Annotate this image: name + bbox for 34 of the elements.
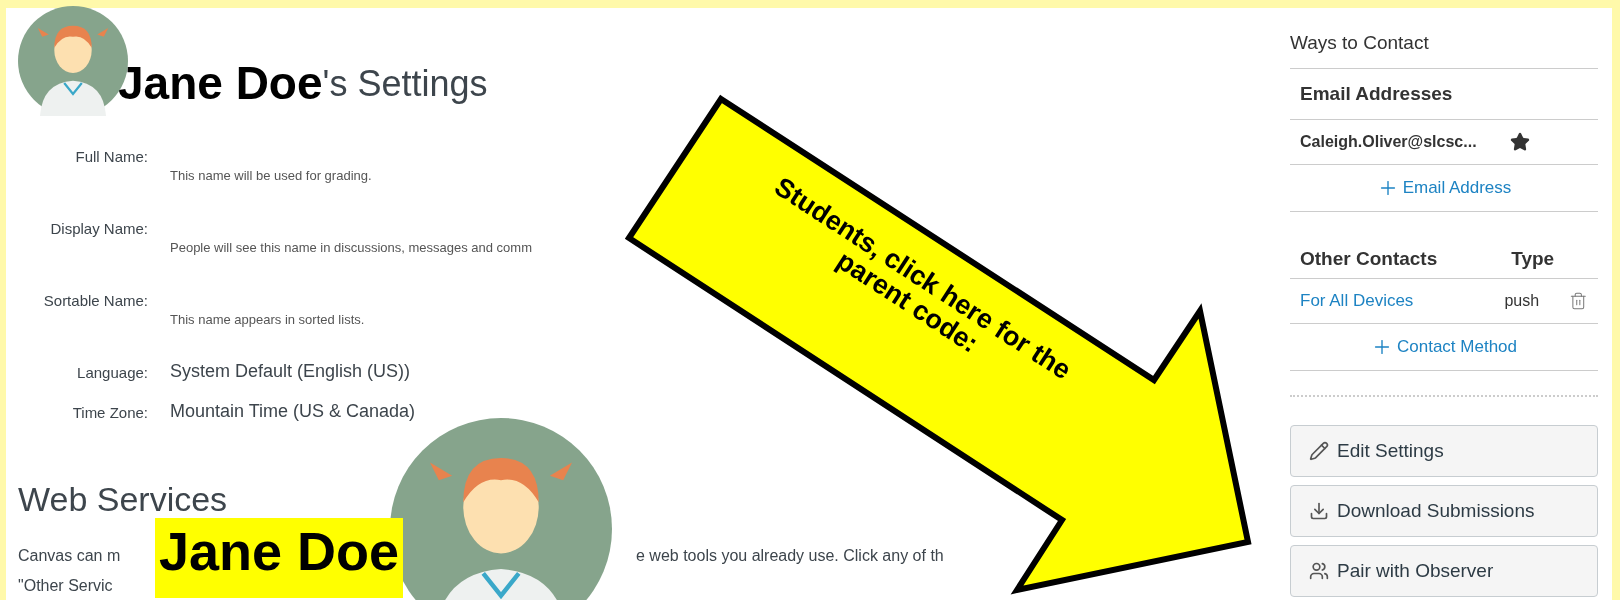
trash-icon[interactable] [1569, 291, 1588, 311]
paragraph-text: "Other Servic [18, 577, 113, 595]
sidebar-button[interactable]: Download Submissions [1290, 485, 1598, 537]
field-hint: This name appears in sorted lists. [170, 312, 365, 327]
field-label: Sortable Name: [42, 291, 148, 311]
page-title: 's Settings [322, 66, 488, 106]
contact-link[interactable]: For All Devices [1300, 291, 1505, 311]
name-label: Jane Doe [155, 518, 404, 598]
people-icon [1309, 561, 1329, 581]
paragraph-text: Canvas can m [18, 547, 121, 565]
sidebar-heading: Ways to Contact [1290, 32, 1598, 69]
download-icon [1309, 501, 1329, 521]
field-value: System Default (English (US)) [170, 361, 411, 382]
contact-type: push [1504, 292, 1541, 310]
add-contact-link[interactable]: Contact Method [1371, 336, 1517, 358]
field-hint: People will see this name in discussions, messages and comm [170, 240, 532, 255]
sidebar-button[interactable]: Edit Settings [1290, 425, 1598, 477]
section-heading: Email Addresses [1300, 83, 1453, 105]
column-header: Type [1511, 248, 1556, 270]
field-hint: This name will be used for grading. [170, 168, 372, 183]
column-header: Other Contacts [1300, 248, 1439, 270]
section-heading: Web Services [18, 480, 229, 519]
pencil-icon [1309, 441, 1329, 461]
star-icon [1510, 132, 1530, 152]
field-label: Display Name: [49, 219, 148, 239]
email-address: Caleigh.Oliver@slcsc... [1300, 133, 1478, 151]
add-email-link[interactable]: Email Address [1376, 177, 1512, 199]
field-label: Language: [76, 363, 148, 383]
field-label: Time Zone: [71, 403, 148, 423]
sidebar-button[interactable]: Pair with Observer [1290, 545, 1598, 597]
name-overlay: Jane Doe [118, 60, 323, 111]
field-label: Full Name: [74, 147, 148, 167]
paragraph-text: e web tools you already use. Click any of th [636, 547, 944, 565]
field-value: Mountain Time (US & Canada) [170, 401, 416, 422]
